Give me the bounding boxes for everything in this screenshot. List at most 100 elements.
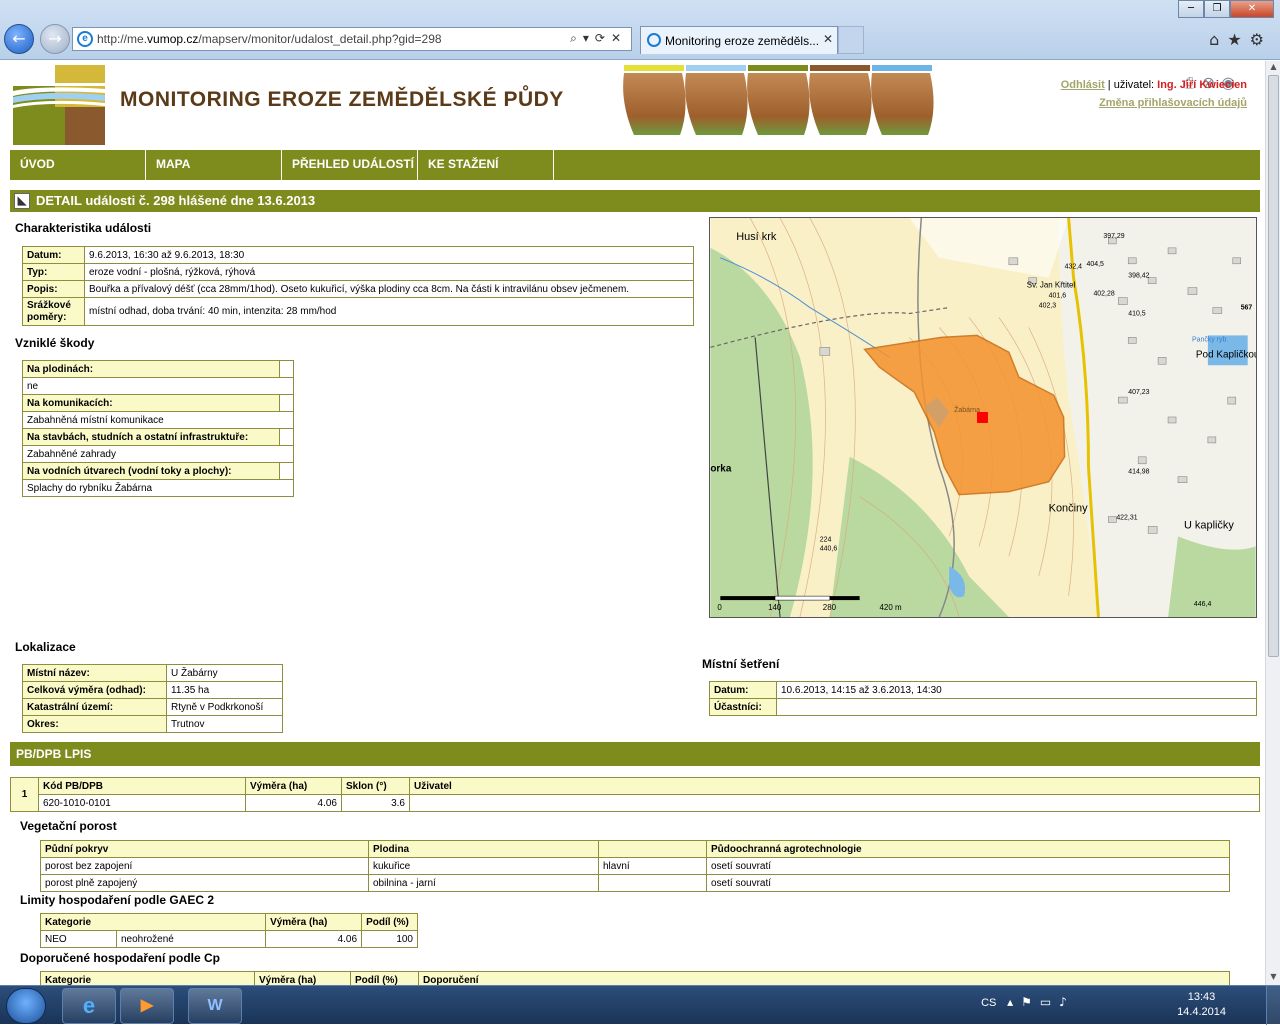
column-header: Podíl (%) (350, 971, 419, 985)
row-value: 9.6.2013, 16:30 až 9.6.2013, 18:30 (84, 246, 694, 264)
table-row: Popis: Bouřka a přívalový déšť (cca 28mm/… (22, 280, 694, 298)
svg-text:440,6: 440,6 (820, 545, 838, 552)
svg-text:407,23: 407,23 (1128, 389, 1149, 396)
vertical-scrollbar[interactable]: ▲ ▼ (1265, 61, 1280, 985)
tab-close-icon[interactable]: ✕ (823, 32, 833, 46)
table-row: Katastrální území: Rtyně v Podkrkonoší (22, 698, 283, 716)
clock-time: 13:43 (1187, 991, 1216, 1003)
gaec-table: Kategorie Výměra (ha) Podíl (%) NEO neoh… (39, 913, 418, 948)
menu-item-prehled-udalosti[interactable]: PŘEHLED UDÁLOSTÍ (282, 150, 418, 180)
column-header: Výměra (ha) (245, 777, 342, 795)
damage-value: Splachy do rybníku Žabárna (22, 479, 294, 497)
minimize-button[interactable]: ─ (1178, 0, 1204, 18)
column-header: Plodina (368, 840, 599, 858)
menu-item-mapa[interactable]: MAPA (146, 150, 282, 180)
system-tray: CS ▴⚑▭♪ 13:43 14.4.2014 (981, 990, 1226, 1020)
event-map[interactable]: Husí krk Sv. Jan Křtitel Pod Kapličkou P… (709, 217, 1257, 618)
forward-button[interactable]: → (40, 24, 70, 54)
address-bar[interactable]: e http://me.vumop.cz/mapserv/monitor/uda… (72, 27, 632, 51)
svg-text:420 m: 420 m (880, 603, 902, 612)
row-label: Datum: (22, 246, 85, 264)
damage-label: Na vodních útvarech (vodní toky a plochy… (22, 462, 280, 480)
damage-label: Na komunikacích: (22, 394, 280, 412)
svg-text:446,4: 446,4 (1194, 601, 1212, 608)
row-label: Místní název: (22, 664, 167, 682)
address-bar-actions[interactable]: ⌕▾⟳✕ (570, 31, 627, 46)
lpis-table: 1 Kód PB/DPB Výměra (ha) Sklon (°) Uživa… (10, 777, 1260, 812)
menu-item-ke-stazeni[interactable]: KE STAŽENÍ (418, 150, 554, 180)
cp-heading: Doporučené hospodaření podle Cp (20, 951, 221, 965)
characteristics-heading: Charakteristika události (15, 221, 152, 235)
scroll-up-icon[interactable]: ▲ (1268, 62, 1279, 74)
column-header: Kód PB/DPB (38, 777, 246, 795)
logout-link[interactable]: Odhlásit (1061, 79, 1105, 91)
table-cell: obilnina - jarní (368, 874, 599, 892)
svg-text:422,31: 422,31 (1116, 514, 1137, 521)
row-value: místní odhad, doba trvání: 40 min, inten… (84, 297, 694, 326)
row-value: Rtyně v Podkrkonoší (166, 698, 283, 716)
change-login-link[interactable]: Změna přihlašovacích údajů (1099, 97, 1247, 109)
table-row: Zabahněné zahrady (22, 445, 294, 463)
new-tab-button[interactable] (838, 26, 864, 54)
scrollbar-thumb[interactable] (1268, 75, 1279, 657)
table-row: Na plodinách: (22, 360, 294, 378)
column-header: Výměra (ha) (254, 971, 351, 985)
damage-label: Na plodinách: (22, 360, 280, 378)
lpis-header-bar: PB/DPB LPIS (10, 742, 1260, 766)
row-label: Typ: (22, 263, 85, 281)
taskbar-ie-button[interactable]: e (62, 988, 116, 1024)
svg-text:Husí krk: Husí krk (736, 231, 777, 243)
main-menu: ÚVOD MAPA PŘEHLED UDÁLOSTÍ KE STAŽENÍ (10, 150, 1260, 180)
lpis-code: 620-1010-0101 (38, 794, 246, 812)
taskbar-word-button[interactable]: W (188, 988, 242, 1024)
user-area: Odhlásit | uživatel: Ing. Jiří Kwiecien … (1061, 79, 1247, 109)
characteristics-table: Datum: 9.6.2013, 16:30 až 9.6.2013, 18:30… (22, 246, 694, 326)
tab-active[interactable]: Monitoring eroze zeměděls... ✕ (640, 26, 838, 54)
column-header: Uživatel (409, 777, 1260, 795)
clock[interactable]: 13:43 14.4.2014 (1177, 990, 1226, 1020)
table-row: Datum: 9.6.2013, 16:30 až 9.6.2013, 18:30 (22, 246, 694, 264)
close-button[interactable]: ✕ (1230, 0, 1274, 18)
location-heading: Lokalizace (15, 640, 76, 654)
svg-text:U kapličky: U kapličky (1184, 519, 1234, 531)
svg-text:280: 280 (823, 603, 837, 612)
row-value: 10.6.2013, 14:15 až 3.6.2013, 14:30 (776, 681, 1257, 699)
tray-icons[interactable]: ▴⚑▭♪ (1007, 995, 1075, 1009)
svg-text:397,29: 397,29 (1103, 233, 1124, 240)
table-cell: neohrožené (115, 930, 267, 948)
table-cell: NEO (40, 930, 117, 948)
table-row: 1 Kód PB/DPB Výměra (ha) Sklon (°) Uživa… (10, 777, 1260, 812)
taskbar-media-player-button[interactable]: ▶ (120, 988, 174, 1024)
language-indicator[interactable]: CS (981, 997, 996, 1009)
start-button[interactable] (6, 988, 46, 1024)
vegetation-table: Půdní pokryv Plodina Půdoochranná agrote… (40, 840, 1230, 892)
row-label: Okres: (22, 715, 167, 733)
row-value: U Žabárny (166, 664, 283, 682)
column-header: Doporučení (418, 971, 1230, 985)
ie-page-icon: e (77, 31, 93, 47)
menu-item-uvod[interactable]: ÚVOD (10, 150, 146, 180)
damage-value: Zabahněné zahrady (22, 445, 294, 463)
browser-toolbar-icons[interactable]: ⌂★⚙ (1209, 30, 1272, 49)
table-cell: 100 (361, 930, 418, 948)
column-header: Půdoochranná agrotechnologie (706, 840, 1230, 858)
restore-button[interactable]: ❐ (1204, 0, 1230, 18)
table-cell: kukuřice (368, 857, 599, 875)
damage-value: ne (22, 377, 294, 395)
vegetation-heading: Vegetační porost (20, 819, 117, 833)
logo-icon (13, 65, 105, 145)
back-button[interactable]: ← (4, 24, 34, 54)
lpis-slope: 3.6 (341, 794, 410, 812)
column-header: Kategorie (40, 971, 255, 985)
table-row: Na komunikacích: (22, 394, 294, 412)
svg-text:0: 0 (717, 603, 722, 612)
detail-header-bar: ◣ DETAIL události č. 298 hlášené dne 13.… (10, 190, 1260, 212)
table-row: Na vodních útvarech (vodní toky a plochy… (22, 462, 294, 480)
scroll-down-icon[interactable]: ▼ (1268, 972, 1279, 984)
show-desktop-button[interactable] (1266, 986, 1280, 1025)
taskbar: e ▶ W CS ▴⚑▭♪ 13:43 14.4.2014 (0, 985, 1280, 1025)
table-row: 620-1010-0101 4.06 3.6 (11, 794, 1260, 812)
location-table: Místní název: U Žabárny Celková výměra (o… (22, 664, 283, 733)
damages-table: Na plodinách: ne Na komunikacích: Zabahn… (22, 360, 294, 497)
svg-text:Žabárna: Žabárna (954, 405, 980, 414)
